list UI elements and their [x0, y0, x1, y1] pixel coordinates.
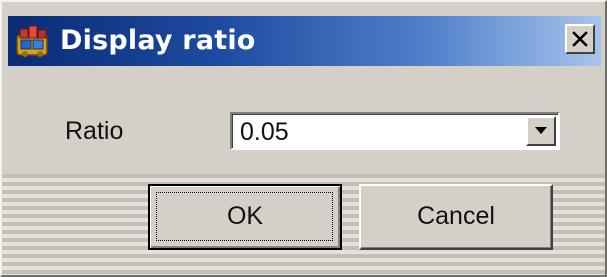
ratio-row: Ratio 0.05: [2, 66, 605, 174]
dialog-title: Display ratio: [60, 25, 256, 56]
button-area: OK Cancel: [2, 174, 605, 275]
cancel-button[interactable]: Cancel: [359, 184, 553, 250]
ok-button[interactable]: OK: [148, 184, 342, 250]
ratio-label: Ratio: [65, 117, 124, 145]
ratio-dropdown[interactable]: 0.05: [230, 112, 560, 150]
ratio-dropdown-button[interactable]: [526, 116, 556, 146]
title-bar[interactable]: Display ratio: [8, 16, 601, 66]
app-icon: [14, 23, 52, 59]
close-icon: [572, 31, 588, 47]
display-ratio-dialog: Display ratio Ratio 0.05 OK Cancel: [0, 0, 607, 277]
cancel-label: Cancel: [417, 202, 495, 230]
ratio-value: 0.05: [240, 118, 289, 146]
close-button[interactable]: [565, 24, 595, 54]
ok-label: OK: [226, 202, 264, 230]
chevron-down-icon: [535, 127, 547, 134]
